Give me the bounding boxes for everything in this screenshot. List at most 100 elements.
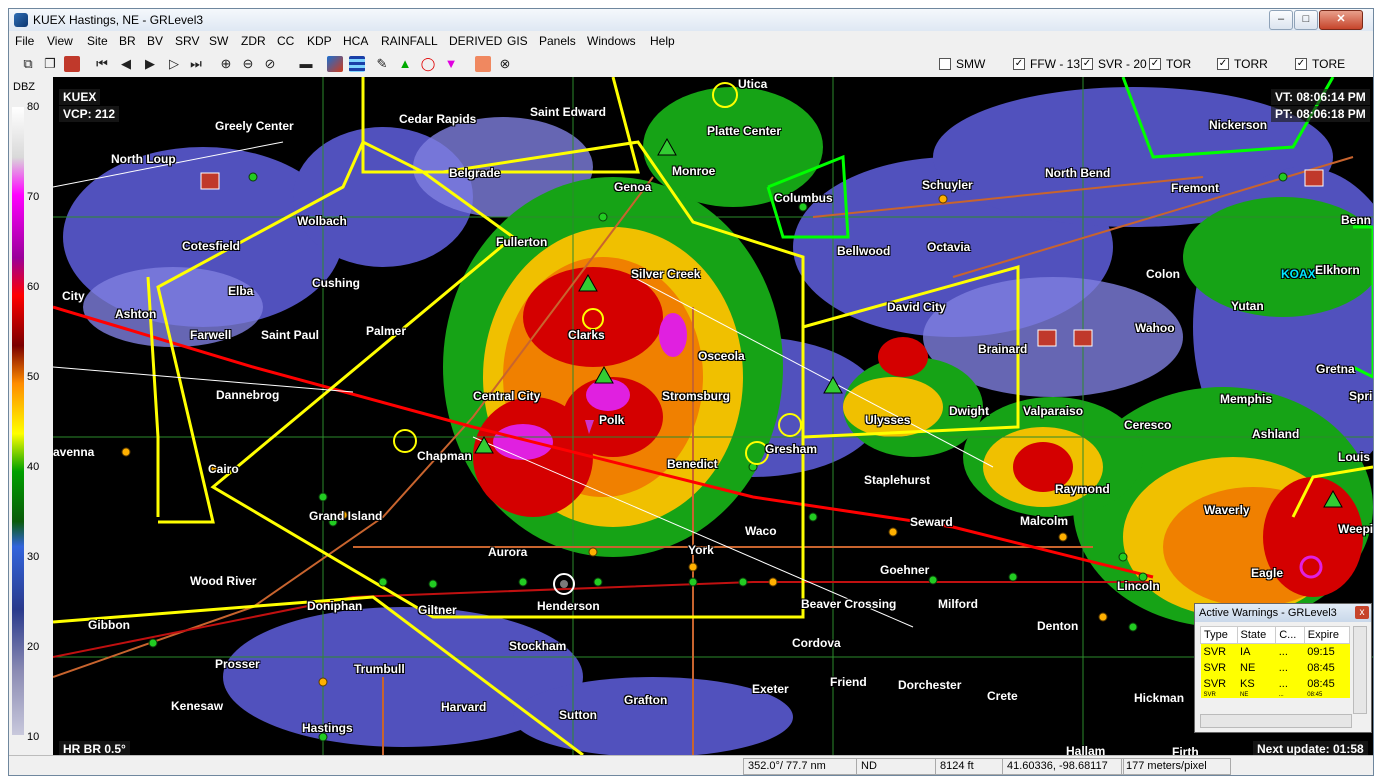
- height-readout: 8124 ft: [935, 758, 1003, 775]
- menu-gis[interactable]: GIS: [507, 34, 528, 48]
- city-label: Stromsburg: [662, 389, 731, 403]
- value-readout: ND: [856, 758, 936, 775]
- zoom-reset-icon[interactable]: ⊘: [261, 55, 279, 73]
- city-label: Silver Creek: [631, 267, 701, 281]
- maximize-button[interactable]: □: [1294, 10, 1318, 30]
- menu-view[interactable]: View: [47, 34, 73, 48]
- filter-torr-checkbox[interactable]: ✓: [1217, 58, 1229, 70]
- menu-zdr[interactable]: ZDR: [241, 34, 266, 48]
- filter-smw-label: SMW: [956, 57, 986, 71]
- legend-tick: 10: [27, 731, 40, 743]
- radar-map[interactable]: KUEX VCP: 212 VT: 08:06:14 PM PT: 08:06:…: [53, 77, 1373, 755]
- city-label: Prosser: [215, 657, 260, 671]
- inverted-triangle-icon[interactable]: ▼: [442, 55, 460, 73]
- menu-sw[interactable]: SW: [209, 34, 228, 48]
- city-label: Octavia: [927, 240, 971, 254]
- filter-svr-checkbox[interactable]: ✓: [1081, 58, 1093, 70]
- wave-icon[interactable]: [349, 56, 365, 72]
- skip-first-icon[interactable]: ⏮: [93, 55, 111, 73]
- menu-rainfall[interactable]: RAINFALL: [381, 34, 438, 48]
- product-label: HR BR 0.5°: [59, 741, 130, 755]
- city-label: Lincoln: [1117, 579, 1160, 593]
- city-label: Giltner: [418, 603, 457, 617]
- active-warnings-close-button[interactable]: x: [1355, 606, 1369, 619]
- valid-time: VT: 08:06:14 PM: [1271, 89, 1370, 105]
- table-row[interactable]: SVR KS ... 08:45: [1200, 676, 1350, 692]
- skip-last-icon[interactable]: ⏭: [187, 55, 205, 73]
- city-label: Friend: [830, 675, 867, 689]
- city-label: Spri: [1349, 389, 1373, 403]
- column-type[interactable]: Type: [1200, 626, 1238, 644]
- cell-c: ...: [1275, 660, 1305, 676]
- table-row[interactable]: SVR IA ... 09:15: [1200, 643, 1350, 660]
- legend-title: DBZ: [13, 81, 35, 93]
- warnings-vertical-scrollbar[interactable]: [1353, 626, 1367, 714]
- menu-br[interactable]: BR: [119, 34, 136, 48]
- menu-hca[interactable]: HCA: [343, 34, 368, 48]
- step-back-icon[interactable]: ◀: [117, 55, 135, 73]
- zoom-in-icon[interactable]: ⊕: [217, 55, 235, 73]
- menu-derived[interactable]: DERIVED: [449, 34, 502, 48]
- city-label: Genoa: [614, 180, 652, 194]
- circle-icon[interactable]: ◯: [419, 55, 437, 73]
- city-label: Hallam: [1066, 744, 1106, 755]
- cell-state: NE: [1237, 692, 1276, 698]
- city-label: Wood River: [190, 574, 257, 588]
- square-icon[interactable]: [475, 56, 491, 72]
- target-icon[interactable]: ⊗: [496, 55, 514, 73]
- city-label: Ashland: [1252, 427, 1300, 441]
- zoom-out-icon[interactable]: ⊖: [239, 55, 257, 73]
- step-forward-icon[interactable]: ▷: [165, 55, 183, 73]
- layers-icon[interactable]: ❐: [41, 55, 59, 73]
- warnings-horizontal-scrollbar[interactable]: [1200, 714, 1352, 728]
- menu-file[interactable]: File: [15, 34, 34, 48]
- filter-smw-checkbox[interactable]: [939, 58, 951, 70]
- column-state[interactable]: State: [1236, 626, 1277, 644]
- menu-kdp[interactable]: KDP: [307, 34, 332, 48]
- filter-ffw-label: FFW - 13: [1030, 57, 1080, 71]
- triangle-icon[interactable]: ▲: [396, 55, 414, 73]
- menu-help[interactable]: Help: [650, 34, 675, 48]
- close-button[interactable]: ✕: [1319, 10, 1363, 30]
- city-label: Schuyler: [922, 178, 973, 192]
- column-c[interactable]: C...: [1275, 626, 1305, 644]
- filter-tore-checkbox[interactable]: ✓: [1295, 58, 1307, 70]
- pin-icon[interactable]: ✎: [373, 55, 391, 73]
- minimize-button[interactable]: –: [1269, 10, 1293, 30]
- city-label: Trumbull: [354, 662, 405, 676]
- city-label: Gibbon: [88, 618, 130, 632]
- menu-panels[interactable]: Panels: [539, 34, 576, 48]
- table-row[interactable]: SVR NE ... 08:45: [1200, 692, 1350, 698]
- legend-tick: 70: [27, 191, 40, 203]
- cell-state: KS: [1237, 676, 1276, 692]
- cell-c: ...: [1275, 643, 1305, 660]
- column-expire[interactable]: Expire: [1303, 626, 1351, 644]
- table-row[interactable]: SVR NE ... 08:45: [1200, 660, 1350, 676]
- filter-svr-label: SVR - 20: [1098, 57, 1147, 71]
- filter-tor-label: TOR: [1166, 57, 1192, 71]
- city-label: Elkhorn: [1315, 263, 1360, 277]
- copy-icon[interactable]: ⧉: [19, 55, 37, 73]
- city-label: Dannebrog: [216, 388, 280, 402]
- city-label: Firth: [1172, 745, 1199, 755]
- toolbar: ⧉ ❐ ⏮ ◀ ▶ ▷ ⏭ ⊕ ⊖ ⊘ ▬ ✎ ▲ ◯ ▼ ⊗ SMW ✓ FF…: [9, 51, 1373, 78]
- menu-bv[interactable]: BV: [147, 34, 163, 48]
- play-icon[interactable]: ▶: [141, 55, 159, 73]
- city-label: Benn: [1341, 213, 1371, 227]
- city-label: Valparaiso: [1023, 404, 1084, 418]
- storm-track-icon[interactable]: ▬: [297, 55, 315, 73]
- filter-tor-checkbox[interactable]: ✓: [1149, 58, 1161, 70]
- status-bar: 352.0°/ 77.7 nm ND 8124 ft 41.60336, -98…: [9, 755, 1373, 775]
- city-label: Grafton: [624, 693, 668, 707]
- menu-windows[interactable]: Windows: [587, 34, 636, 48]
- radar-icon[interactable]: [64, 56, 80, 72]
- color-table-icon[interactable]: [327, 56, 343, 72]
- city-label: David City: [887, 300, 946, 314]
- app-window: KUEX Hastings, NE - GRLevel3 – □ ✕ File …: [8, 8, 1374, 776]
- menu-site[interactable]: Site: [87, 34, 108, 48]
- cell-type: SVR: [1200, 660, 1238, 676]
- filter-ffw-checkbox[interactable]: ✓: [1013, 58, 1025, 70]
- menu-srv[interactable]: SRV: [175, 34, 199, 48]
- menu-cc[interactable]: CC: [277, 34, 294, 48]
- city-label: Nickerson: [1209, 118, 1268, 132]
